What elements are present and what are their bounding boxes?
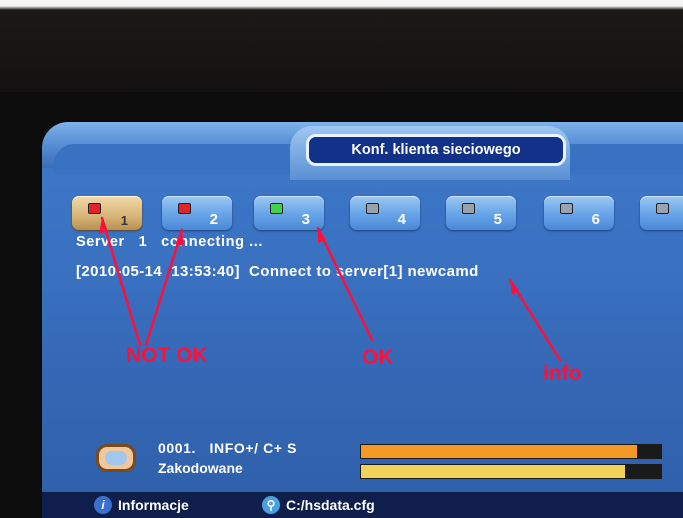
annotation-info: info [543,362,582,385]
arrow-not-ok-2 [144,228,184,347]
annotation-not-ok: NOT OK [126,344,208,367]
arrow-info [508,278,562,362]
arrow-ok [316,226,374,342]
arrow-not-ok-1 [100,216,142,347]
annotation-ok: OK [362,346,394,369]
annotation-arrows [99,216,562,362]
